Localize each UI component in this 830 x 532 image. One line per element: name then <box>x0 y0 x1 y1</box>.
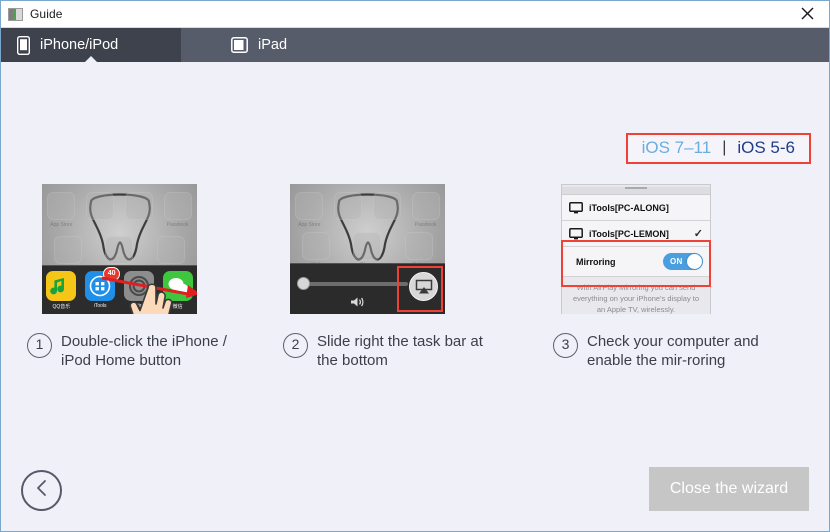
step-2-caption: 2 Slide right the task bar at the bottom <box>283 332 532 370</box>
wallpaper-app <box>86 192 115 228</box>
step-3-caption: 3 Check your computer and enable the mir… <box>547 332 796 370</box>
ios-version-other[interactable]: iOS 5-6 <box>737 138 795 158</box>
window-title: Guide <box>30 7 63 21</box>
volume-icon <box>350 295 365 313</box>
mirroring-toggle-state: ON <box>670 257 683 266</box>
wallpaper-app <box>334 192 363 228</box>
wallpaper-app: Passbook <box>163 192 192 228</box>
tab-ipad-label: iPad <box>258 37 288 53</box>
step-3-number: 3 <box>553 333 578 358</box>
step-3: iTools[PC-ALONG] iTools[PC-LEMON] ✓ Mirr… <box>547 184 796 370</box>
close-wizard-button[interactable]: Close the wizard <box>649 467 809 511</box>
pointing-hand-icon <box>129 283 173 314</box>
airplay-device-row[interactable]: iTools[PC-ALONG] <box>562 195 710 221</box>
tab-iphone-ipod[interactable]: iPhone/iPod <box>1 28 181 62</box>
back-button[interactable] <box>21 470 62 511</box>
iphone-icon <box>17 35 30 55</box>
task-bar <box>290 263 445 314</box>
guide-content: iOS 7–11 | iOS 5-6 App Store Passbook QQ… <box>1 62 829 531</box>
slider-knob[interactable] <box>297 277 310 290</box>
menu-handle <box>562 187 710 195</box>
step-1-text: Double-click the iPhone / iPod Home butt… <box>61 333 227 369</box>
tab-ipad[interactable]: iPad <box>181 28 361 62</box>
step-1: App Store Passbook Mail Phone Safari <box>19 184 268 370</box>
airplay-device-name: iTools[PC-ALONG] <box>589 202 669 213</box>
monitor-icon <box>569 227 583 240</box>
tab-iphone-ipod-label: iPhone/iPod <box>40 37 119 53</box>
airplay-note: With AirPlay Mirroring you can send ever… <box>562 277 710 314</box>
step-2-screenshot: App Store Passbook Mail Phone Safari <box>290 184 445 314</box>
steps-container: App Store Passbook Mail Phone Safari <box>1 184 829 370</box>
tab-strip: iPhone/iPod iPad <box>1 28 829 62</box>
dock-app-label: iTools <box>93 303 107 309</box>
airplay-menu: iTools[PC-ALONG] iTools[PC-LEMON] ✓ Mirr… <box>561 184 711 314</box>
step-2-number: 2 <box>283 333 308 358</box>
airplay-device-row[interactable]: iTools[PC-LEMON] ✓ <box>562 221 710 247</box>
guide-window: Guide iPhone/iPod iPad iOS 7–11 | iOS 5-… <box>0 0 830 532</box>
ios-version-separator: | <box>722 139 727 156</box>
mirroring-label: Mirroring <box>576 256 616 267</box>
dock-app-label: QQ音乐 <box>52 304 71 310</box>
app-window-icon <box>8 7 23 21</box>
wallpaper-app <box>372 192 401 228</box>
step-2-text: Slide right the task bar at the bottom <box>317 333 483 369</box>
step-1-caption: 1 Double-click the iPhone / iPod Home bu… <box>19 332 268 370</box>
airplay-device-name: iTools[PC-LEMON] <box>589 228 669 239</box>
ios-version-current[interactable]: iOS 7–11 <box>642 138 712 158</box>
brightness-slider[interactable] <box>297 277 408 290</box>
step-1-number: 1 <box>27 333 52 358</box>
chevron-left-icon <box>35 479 49 502</box>
monitor-icon <box>569 201 583 214</box>
step-3-text: Check your computer and enable the mir-r… <box>587 333 759 369</box>
wallpaper-app: App Store <box>295 192 324 228</box>
airplay-icon[interactable] <box>409 272 438 301</box>
title-bar: Guide <box>1 1 829 28</box>
close-icon[interactable] <box>785 1 829 26</box>
ipad-icon <box>231 37 248 53</box>
qq-music-icon <box>46 271 77 301</box>
mirroring-toggle[interactable]: ON <box>663 253 703 270</box>
dock-app-qq-music[interactable]: QQ音乐 <box>46 271 77 310</box>
checkmark-icon: ✓ <box>693 228 703 240</box>
toggle-knob <box>687 254 702 269</box>
mirroring-row: Mirroring ON <box>562 247 710 277</box>
wallpaper-app: App Store <box>47 192 76 228</box>
step-3-screenshot: iTools[PC-ALONG] iTools[PC-LEMON] ✓ Mirr… <box>561 184 711 314</box>
wallpaper-app: Passbook <box>411 192 440 228</box>
ios-version-selector: iOS 7–11 | iOS 5-6 <box>625 133 811 164</box>
step-1-screenshot: App Store Passbook Mail Phone Safari <box>42 184 197 314</box>
step-2: App Store Passbook Mail Phone Safari <box>283 184 532 370</box>
wallpaper-app <box>124 192 153 228</box>
